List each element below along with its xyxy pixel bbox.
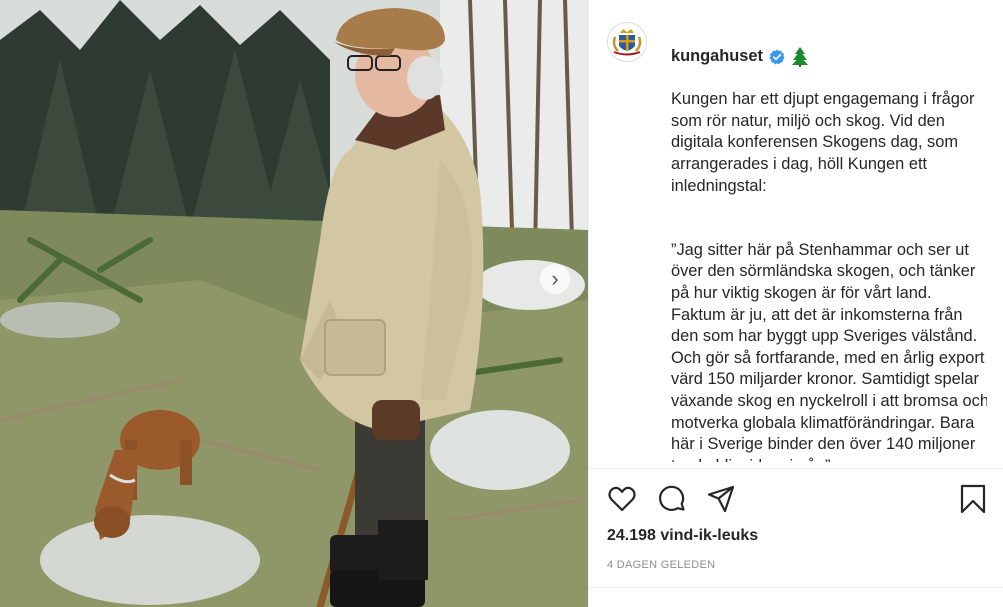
evergreen-tree-icon xyxy=(791,46,808,67)
verified-badge-icon xyxy=(769,49,785,65)
heart-icon xyxy=(608,486,636,512)
caption-paragraph-1: Kungen har ett djupt engagemang i frågor… xyxy=(671,90,975,195)
photo-illustration xyxy=(0,0,588,607)
post-details-panel: kungahuset Kungen har ett djupt engagema… xyxy=(588,0,1003,607)
caption: kungahuset Kungen har ett djupt engagema… xyxy=(671,24,987,462)
caption-paragraph-2: ”Jag sitter här på Stenhammar och ser ut… xyxy=(671,240,987,462)
action-bar xyxy=(607,484,987,514)
divider xyxy=(589,587,1003,588)
username-line: kungahuset xyxy=(671,46,987,68)
bookmark-icon xyxy=(960,484,986,514)
royal-crest-icon xyxy=(608,23,646,61)
save-button[interactable] xyxy=(958,484,988,514)
like-count[interactable]: 24.198 vind-ik-leuks xyxy=(607,527,758,545)
divider xyxy=(589,468,1003,469)
username[interactable]: kungahuset xyxy=(671,46,763,68)
comment-button[interactable] xyxy=(657,484,687,514)
post-timestamp[interactable]: 4 DAGEN GELEDEN xyxy=(607,559,715,571)
chevron-right-icon[interactable]: › xyxy=(540,264,570,294)
avatar[interactable] xyxy=(607,22,647,62)
like-button[interactable] xyxy=(607,484,637,514)
share-button[interactable] xyxy=(706,484,736,514)
comment-icon xyxy=(658,485,685,511)
post-photo[interactable]: › xyxy=(0,0,588,607)
paper-plane-icon xyxy=(707,485,735,513)
caption-area: kungahuset Kungen har ett djupt engagema… xyxy=(607,22,987,462)
